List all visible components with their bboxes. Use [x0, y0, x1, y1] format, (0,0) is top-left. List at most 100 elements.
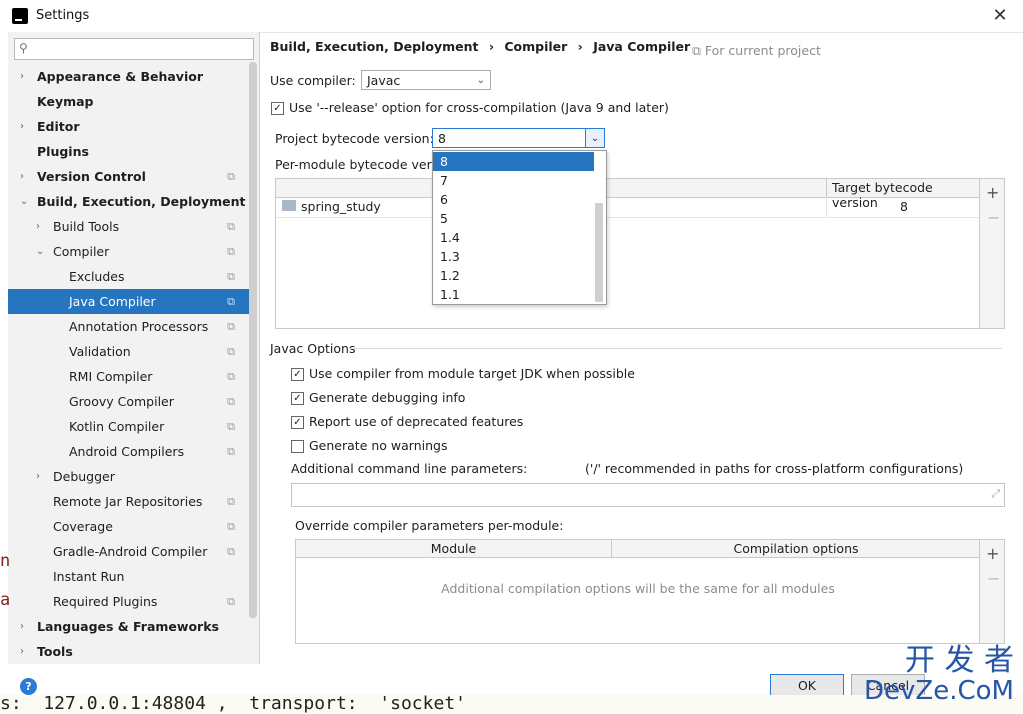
sidebar-item-groovy-compiler[interactable]: Groovy Compiler ⧉	[8, 389, 251, 414]
for-current-project-text: For current project	[704, 43, 821, 58]
sidebar-item-build-tools[interactable]: › Build Tools ⧉	[8, 214, 251, 239]
additional-params-hint: ('/' recommended in paths for cross-plat…	[585, 461, 964, 476]
bytecode-version-dropdown: 8 7 6 5 1.4 1.3 1.2 1.1	[432, 150, 607, 305]
compilation-options-column-header[interactable]: Compilation options	[612, 541, 980, 556]
dropdown-option[interactable]: 8	[433, 152, 594, 171]
sidebar-item-editor[interactable]: › Editor	[8, 114, 251, 139]
dropdown-option[interactable]: 7	[433, 171, 594, 190]
module-folder-icon	[282, 200, 296, 211]
additional-params-input[interactable]: ⤢	[291, 483, 1005, 507]
javac-option-label: Use compiler from module target JDK when…	[309, 366, 635, 381]
sidebar-item-label: Build Tools	[53, 219, 120, 234]
sidebar-item-label: Build, Execution, Deployment	[37, 194, 246, 209]
chevron-right-icon[interactable]: ›	[20, 64, 24, 89]
checkbox-box[interactable]	[291, 440, 304, 453]
sidebar-item-remote-jar-repositories[interactable]: Remote Jar Repositories ⧉	[8, 489, 251, 514]
module-name: spring_study	[301, 199, 381, 214]
chevron-right-icon[interactable]: ›	[20, 639, 24, 664]
project-scope-icon: ⧉	[227, 370, 235, 383]
sidebar-item-label: Coverage	[53, 519, 113, 534]
project-bytecode-select[interactable]: 8 ⌄	[432, 128, 605, 148]
sidebar-item-languages-frameworks[interactable]: › Languages & Frameworks	[8, 614, 251, 639]
sidebar-item-label: Gradle-Android Compiler	[53, 544, 208, 559]
project-scope-icon: ⧉	[227, 395, 235, 408]
chevron-right-icon[interactable]: ›	[20, 164, 24, 189]
watermark-line2: DevZe.CoM	[864, 676, 1014, 706]
chevron-down-icon[interactable]: ⌄	[20, 189, 28, 214]
dropdown-scrollbar[interactable]	[595, 203, 603, 302]
sidebar-item-excludes[interactable]: Excludes ⧉	[8, 264, 251, 289]
sidebar-scrollbar[interactable]	[249, 62, 257, 618]
breadcrumb-separator: ›	[488, 39, 494, 54]
sidebar-item-validation[interactable]: Validation ⧉	[8, 339, 251, 364]
bytecode-table-toolbar: + −	[979, 178, 1005, 329]
sidebar-item-tools[interactable]: › Tools	[8, 639, 251, 664]
sidebar-item-java-compiler[interactable]: Java Compiler ⧉	[8, 289, 251, 314]
app-icon	[12, 8, 28, 24]
chevron-right-icon[interactable]: ›	[36, 464, 40, 489]
sidebar-item-version-control[interactable]: › Version Control ⧉	[8, 164, 251, 189]
sidebar-item-build-execution-deployment[interactable]: ⌄ Build, Execution, Deployment	[8, 189, 251, 214]
dropdown-option[interactable]: 1.2	[433, 266, 594, 285]
add-icon[interactable]: +	[986, 544, 999, 563]
background-glyph: n	[0, 551, 11, 571]
sidebar-item-label: Debugger	[53, 469, 115, 484]
empty-table-text: Additional compilation options will be t…	[441, 581, 835, 596]
table-row[interactable]: spring_study 8	[276, 197, 980, 218]
sidebar-item-coverage[interactable]: Coverage ⧉	[8, 514, 251, 539]
checkbox-box[interactable]: ✓	[291, 416, 304, 429]
project-bytecode-label: Project bytecode version:	[275, 131, 434, 146]
sidebar-item-label: Validation	[69, 344, 131, 359]
sidebar-item-plugins[interactable]: Plugins	[8, 139, 251, 164]
sidebar-item-instant-run[interactable]: Instant Run	[8, 564, 251, 589]
chevron-right-icon[interactable]: ›	[36, 214, 40, 239]
use-compiler-select[interactable]: Javac ⌄	[361, 70, 491, 90]
expand-icon[interactable]: ⤢	[991, 487, 1000, 501]
target-bytecode-value[interactable]: 8	[900, 199, 908, 214]
dropdown-option[interactable]: 5	[433, 209, 594, 228]
sidebar-item-gradle-android-compiler[interactable]: Gradle-Android Compiler ⧉	[8, 539, 251, 564]
dropdown-option[interactable]: 1.3	[433, 247, 594, 266]
sidebar-item-kotlin-compiler[interactable]: Kotlin Compiler ⧉	[8, 414, 251, 439]
add-icon[interactable]: +	[986, 183, 999, 202]
for-current-project-note: ⧉ For current project	[692, 43, 821, 59]
chevron-down-icon[interactable]: ⌄	[585, 129, 604, 147]
javac-option-label: Generate debugging info	[309, 390, 466, 405]
sidebar-item-rmi-compiler[interactable]: RMI Compiler ⧉	[8, 364, 251, 389]
sidebar-item-debugger[interactable]: › Debugger	[8, 464, 251, 489]
sidebar-item-label: Keymap	[37, 94, 94, 109]
sidebar-item-label: Kotlin Compiler	[69, 419, 165, 434]
sidebar-item-label: Groovy Compiler	[69, 394, 174, 409]
dropdown-option[interactable]: 6	[433, 190, 594, 209]
chevron-right-icon[interactable]: ›	[20, 614, 24, 639]
title-bar: Settings ✕	[0, 0, 1023, 33]
project-scope-icon: ⧉	[227, 170, 235, 183]
chevron-down-icon[interactable]: ⌄	[36, 239, 44, 264]
sidebar-item-annotation-processors[interactable]: Annotation Processors ⧉	[8, 314, 251, 339]
sidebar-item-required-plugins[interactable]: Required Plugins ⧉	[8, 589, 251, 614]
checkbox-box[interactable]: ✓	[291, 392, 304, 405]
sidebar-item-compiler[interactable]: ⌄ Compiler ⧉	[8, 239, 251, 264]
watermark: 开 发 者 DevZe.CoM	[864, 643, 1014, 707]
chevron-right-icon[interactable]: ›	[20, 114, 24, 139]
sidebar-item-label: Tools	[37, 644, 73, 659]
close-button[interactable]: ✕	[988, 4, 1012, 28]
dropdown-option[interactable]: 1.1	[433, 285, 594, 304]
checkbox-box[interactable]: ✓	[271, 102, 284, 115]
sidebar-item-android-compilers[interactable]: Android Compilers ⧉	[8, 439, 251, 464]
watermark-line1: 开 发 者	[904, 643, 1014, 678]
javac-options-title: Javac Options	[270, 341, 356, 356]
sidebar-item-label: Editor	[37, 119, 80, 134]
sidebar-item-label: Appearance & Behavior	[37, 69, 203, 84]
search-icon: ⚲	[19, 41, 28, 55]
javac-option-label: Generate no warnings	[309, 438, 448, 453]
sidebar-item-label: Java Compiler	[69, 294, 156, 309]
checkbox-box[interactable]: ✓	[291, 368, 304, 381]
module-column-header[interactable]: Module	[296, 541, 611, 556]
sidebar-item-keymap[interactable]: Keymap	[8, 89, 251, 114]
sidebar-item-appearance-behavior[interactable]: › Appearance & Behavior	[8, 64, 251, 89]
per-module-label: Per-module bytecode versi	[275, 157, 442, 172]
sidebar-item-label: Excludes	[69, 269, 125, 284]
dropdown-option[interactable]: 1.4	[433, 228, 594, 247]
search-input[interactable]: ⚲	[14, 38, 254, 60]
